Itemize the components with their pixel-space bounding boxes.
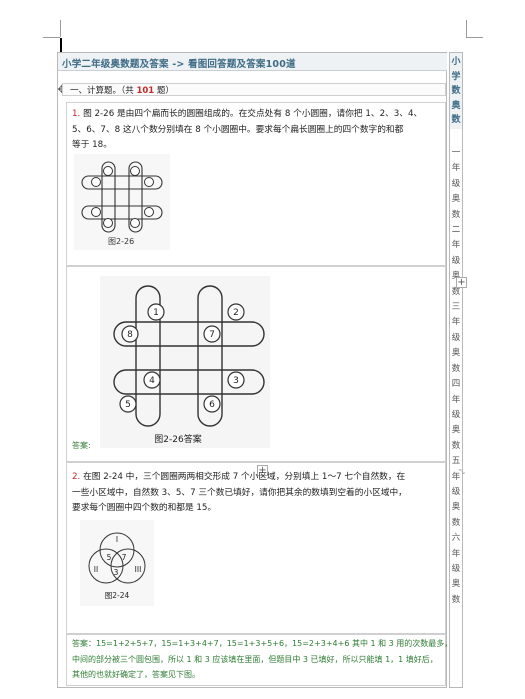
figure-2-26-label: 图2-26 <box>108 237 135 246</box>
question-2-answer-line-1: 答案：15=1+2+5+7，15=1+3+4+7，15=1+3+5+6，15=2… <box>72 639 450 648</box>
region-number-3: 3 <box>114 568 119 577</box>
category-char-1: 年 <box>451 163 461 174</box>
question-1-line-3: 等于 18。 <box>72 140 112 150</box>
crop-mark-top-left-h <box>43 37 60 38</box>
category-char-13: 奥 <box>451 348 461 359</box>
region-label-I: I <box>116 535 118 544</box>
question-2-number: 2. <box>72 472 81 482</box>
crop-mark-top-right-v <box>466 20 467 37</box>
answer-number-5: 5 <box>125 400 131 410</box>
region-label-III: III <box>135 565 142 574</box>
answer-number-8: 8 <box>127 330 133 340</box>
section-header-prefix: 一、计算题。（共 <box>70 86 137 96</box>
crop-mark-top-left-v <box>60 20 61 37</box>
column-resize-icon[interactable]: ⤡ <box>459 468 465 477</box>
question-count: 101 <box>136 86 155 96</box>
category-header-char-0: 小 <box>451 57 461 67</box>
category-char-2: 级 <box>451 178 461 189</box>
answer-number-3: 3 <box>233 376 239 386</box>
category-char-26: 年 <box>451 548 461 559</box>
category-column-text: 一年级奥数二年级奥数三年级奥数四年级奥数五年级奥数六年级奥数 <box>450 146 462 608</box>
category-char-24: 数 <box>451 517 461 528</box>
crop-mark-top-right-h <box>466 37 483 38</box>
category-char-27: 级 <box>451 563 461 574</box>
question-2-line-3: 要求每个圆圈中四个数的和都是 15。 <box>72 503 217 513</box>
document-title-bar: 小学二年级奥数题及答案 -> 看图回答题及答案100道 <box>58 53 447 71</box>
category-char-3: 奥 <box>451 194 461 205</box>
question-2-text: 2. 在图 2-24 中，三个圆圈两两相交形成 7 个小区域，分别填上 1～7 … <box>72 470 452 517</box>
region-number-7: 7 <box>122 553 127 562</box>
category-char-14: 数 <box>451 363 461 374</box>
insert-column-button[interactable]: + <box>456 277 467 288</box>
category-char-17: 级 <box>451 409 461 420</box>
question-1-line-1: 图 2-26 是由四个扁而长的圆圈组成的。在交点处有 8 个小圆圈，请你把 1、… <box>83 109 423 119</box>
category-char-16: 年 <box>451 394 461 405</box>
question-1-number: 1. <box>72 109 81 119</box>
category-char-29: 数 <box>451 594 461 605</box>
category-char-11: 年 <box>451 317 461 328</box>
category-char-28: 奥 <box>451 579 461 590</box>
question-1-text: 1. 图 2-26 是由四个扁而长的圆圈组成的。在交点处有 8 个小圆圈，请你把… <box>72 107 452 154</box>
category-char-19: 数 <box>451 440 461 451</box>
category-header-char-1: 学 <box>451 71 461 82</box>
text-cursor <box>60 38 62 52</box>
figure-2-26-answer-label: 图2-26答案 <box>154 433 201 445</box>
category-char-5: 二 <box>451 225 461 236</box>
category-char-12: 级 <box>451 332 461 343</box>
figure-2-24: I 5 7 II III 3 图2-24 <box>80 520 154 606</box>
question-2-line-1: 在图 2-24 中，三个圆圈两两相交形成 7 个小区域，分别填上 1～7 七个自… <box>83 472 406 482</box>
figure-2-26-answer: 1 2 8 7 4 3 5 6 图2-26答案 <box>100 276 270 448</box>
answer-number-4: 4 <box>149 376 155 386</box>
answer-number-1: 1 <box>153 308 159 318</box>
category-char-18: 奥 <box>451 425 461 436</box>
document-title: 小学二年级奥数题及答案 -> 看图回答题及答案100道 <box>62 59 296 70</box>
figure-2-24-label: 图2-24 <box>105 591 130 600</box>
section-header: 一、计算题。（共 101 题） <box>70 84 174 96</box>
question-1-line-2: 5、6、7、8 这八个数分别填在 8 个小圆圈中。要求每个扁长圆圈上的四个数字的… <box>72 124 404 135</box>
question-2-line-2: 一些小区域中，自然数 3、5、7 三个数已填好，请你把其余的数填到空着的小区域中… <box>72 487 407 498</box>
region-label-II: II <box>94 565 98 574</box>
category-char-4: 数 <box>451 209 461 220</box>
answer-number-2: 2 <box>233 308 239 318</box>
question-2-answer: 答案：15=1+2+5+7，15=1+3+4+7，15=1+3+5+6，15=2… <box>72 636 450 683</box>
section-header-suffix: 题） <box>154 86 174 96</box>
category-char-10: 三 <box>451 302 461 313</box>
region-number-5: 5 <box>107 553 112 562</box>
question-2-answer-line-2: 中间的部分被三个圆包围，所以 1 和 3 应该填在里面，但题目中 3 已填好，所… <box>72 654 438 664</box>
question-2-answer-line-3: 其他的也就好确定了，答案见下图。 <box>72 670 200 679</box>
answer-number-6: 6 <box>209 400 215 410</box>
category-char-15: 四 <box>451 379 461 390</box>
category-char-6: 年 <box>451 240 461 251</box>
category-char-7: 级 <box>451 255 461 266</box>
question-1-answer-label: 答案: <box>72 441 91 450</box>
answer-number-7: 7 <box>209 330 215 340</box>
category-header-char-2: 数 <box>451 86 461 97</box>
category-char-25: 六 <box>451 533 461 544</box>
